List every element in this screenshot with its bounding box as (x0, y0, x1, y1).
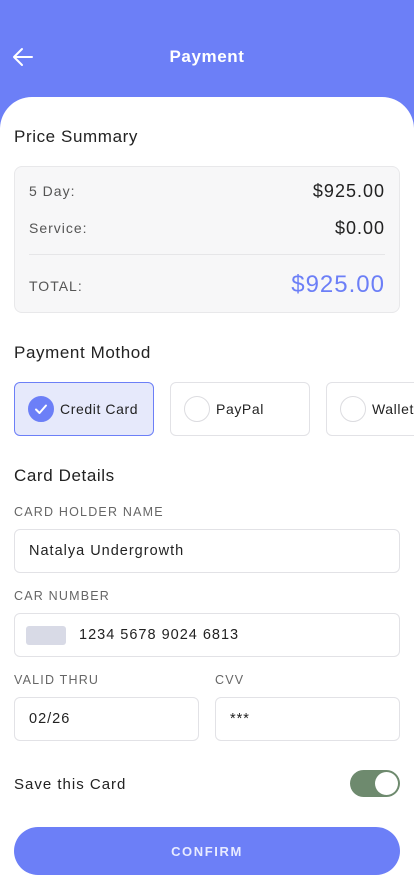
content-sheet: Price Summary 5 Day: $925.00 Service: $0… (0, 97, 414, 896)
save-card-toggle[interactable] (350, 770, 400, 797)
card-icon (26, 626, 66, 645)
service-value: $0.00 (334, 218, 385, 238)
price-summary-box: 5 Day: $925.00 Service: $0.00 TOTAL: $92… (14, 166, 400, 313)
card-number-label: CAR NUMBER (14, 589, 111, 603)
summary-divider (29, 254, 385, 255)
card-details-title: Card Details (14, 466, 115, 485)
total-value: $925.00 (291, 271, 385, 298)
radio-unchecked (340, 396, 366, 422)
total-label: TOTAL: (29, 278, 83, 294)
toggle-knob (375, 772, 398, 795)
save-card-label: Save this Card (14, 776, 127, 793)
method-paypal[interactable]: PayPal (170, 382, 310, 436)
payment-method-list: Credit Card PayPal Wallet (14, 382, 414, 436)
price-summary-title: Price Summary (14, 127, 138, 146)
confirm-button[interactable]: CONFIRM (14, 827, 400, 875)
cvv-label: CVV (215, 673, 245, 687)
method-label: Credit Card (60, 401, 139, 417)
payment-method-title: Payment Mothod (14, 343, 151, 362)
card-holder-label: CARD HOLDER NAME (14, 505, 164, 519)
method-label: PayPal (216, 401, 264, 417)
days-label: 5 Day: (29, 183, 76, 199)
page-title: Payment (169, 47, 245, 66)
valid-thru-input[interactable] (14, 697, 199, 741)
radio-unchecked (184, 396, 210, 422)
days-value: $925.00 (312, 181, 385, 201)
service-label: Service: (29, 220, 88, 236)
radio-checked (28, 396, 54, 422)
card-number-input[interactable] (14, 613, 400, 657)
checkmark-icon (35, 404, 47, 414)
valid-thru-label: VALID THRU (14, 673, 100, 687)
method-credit-card[interactable]: Credit Card (14, 382, 154, 436)
card-holder-input[interactable] (14, 529, 400, 573)
method-label: Wallet (372, 401, 414, 417)
method-wallet[interactable]: Wallet (326, 382, 414, 436)
cvv-input[interactable] (215, 697, 400, 741)
